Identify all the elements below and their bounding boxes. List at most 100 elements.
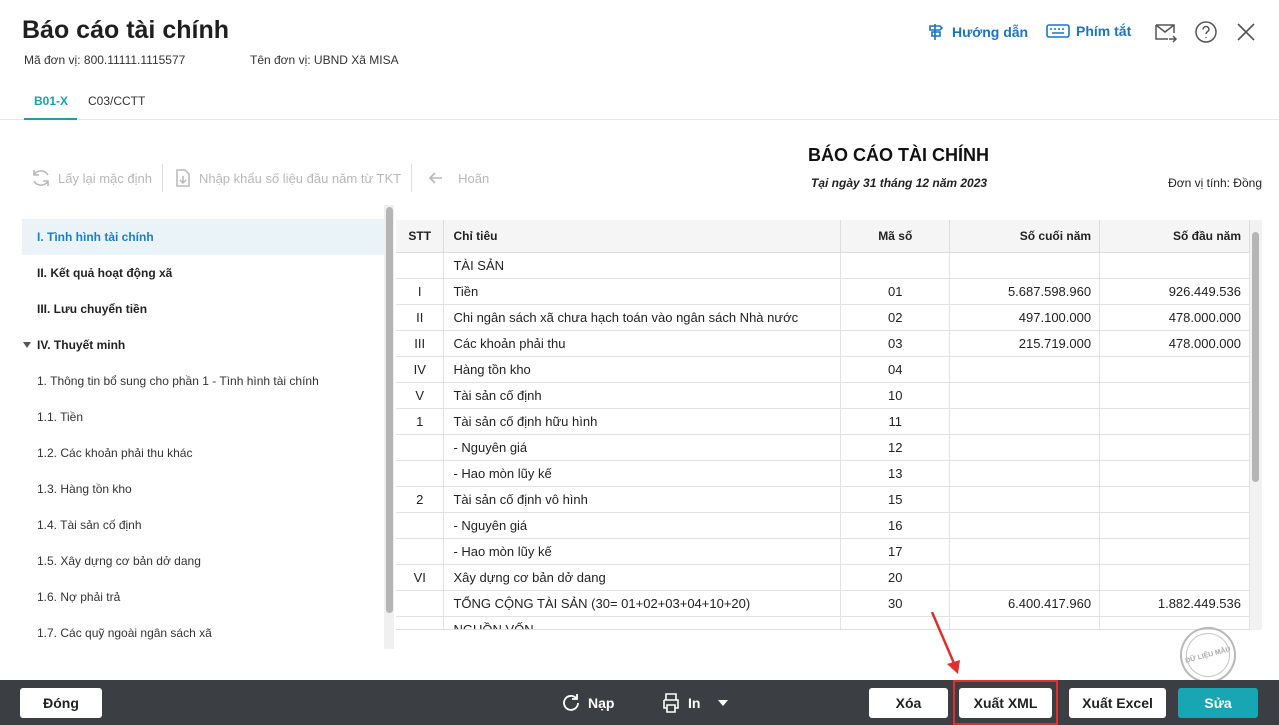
table-row[interactable]: IV Hàng tồn kho 04 [396, 356, 1250, 383]
cell-stt: V [396, 382, 445, 409]
red-arrow-annotation [930, 612, 960, 674]
sidebar-item-fixed-assets[interactable]: 1.4. Tài sản cố định [22, 507, 384, 543]
cell-end-year [949, 486, 1101, 513]
cell-end-year [949, 356, 1101, 383]
sidebar-item-receivables[interactable]: 1.2. Các khoản phải thu khác [22, 435, 384, 471]
chevron-down-icon[interactable] [23, 342, 31, 348]
shortcut-link[interactable]: Phím tắt [1046, 22, 1131, 40]
edit-button[interactable]: Sửa [1178, 688, 1258, 718]
sidebar-item-cash-flow[interactable]: III. Lưu chuyển tiền [22, 291, 384, 327]
caret-down-icon[interactable] [718, 699, 729, 707]
table-row[interactable]: VI Xây dựng cơ bản dở dang 20 [396, 564, 1250, 591]
import-opening-button[interactable]: Nhập khẩu số liệu đầu năm từ TKT [173, 168, 401, 188]
table-row[interactable]: III Các khoản phải thu 03 215.719.000 478.00… [396, 330, 1250, 357]
sidebar-scroll-thumb[interactable] [386, 207, 393, 613]
table-row[interactable]: II Chi ngân sách xã chưa hạch toán vào ng… [396, 304, 1250, 331]
cell-end-year: 215.719.000 [949, 330, 1101, 357]
sidebar-item-financial-position[interactable]: I. Tình hình tài chính [22, 219, 384, 255]
cell-begin-year [1099, 434, 1250, 461]
header: Báo cáo tài chính Mã đơn vị: 800.11111.1… [0, 0, 1279, 80]
cell-code: 16 [840, 512, 951, 539]
sidebar-item-funds[interactable]: 1.7. Các quỹ ngoài ngân sách xã [22, 615, 384, 649]
table-row[interactable]: V Tài sản cố định 10 [396, 382, 1250, 409]
sidebar-item-inventory[interactable]: 1.3. Hàng tồn kho [22, 471, 384, 507]
undo-button[interactable]: Hoãn [426, 168, 489, 188]
column-header-code: Mã số [840, 220, 951, 253]
close-button[interactable]: Đóng [20, 688, 102, 718]
sidebar-item-cash[interactable]: 1.1. Tiền [22, 399, 384, 435]
column-header-end-year: Số cuối năm [949, 220, 1101, 253]
cell-code: 15 [840, 486, 951, 513]
print-button[interactable]: In [660, 692, 729, 714]
export-excel-button[interactable]: Xuất Excel [1069, 688, 1166, 718]
cell-end-year [949, 434, 1101, 461]
table-row[interactable]: 2 Tài sản cố định vô hình 15 [396, 486, 1250, 513]
cell-code [840, 252, 951, 279]
cell-end-year: 5.687.598.960 [949, 278, 1101, 305]
cell-end-year [949, 382, 1101, 409]
active-tab-indicator [24, 118, 77, 120]
reset-default-button[interactable]: Lấy lại mặc định [30, 167, 152, 189]
cell-item: - Nguyên giá [443, 434, 842, 461]
cell-end-year [949, 538, 1101, 565]
guide-icon [929, 24, 944, 40]
cell-end-year: 497.100.000 [949, 304, 1101, 331]
delete-button[interactable]: Xóa [869, 688, 948, 718]
guide-link[interactable]: Hướng dẫn [926, 22, 1028, 42]
cell-item: Tài sản cố định [443, 382, 842, 409]
cell-code: 20 [840, 564, 951, 591]
table-scrollbar[interactable] [1250, 220, 1262, 630]
tab-c03-cctt[interactable]: C03/CCTT [88, 94, 145, 108]
cell-begin-year: 926.449.536 [1099, 278, 1250, 305]
cell-item: Chi ngân sách xã chưa hạch toán vào ngân… [443, 304, 842, 331]
cell-item: - Nguyên giá [443, 512, 842, 539]
table-row[interactable]: - Hao mòn lũy kế 13 [396, 460, 1250, 487]
sidebar-scrollbar[interactable] [384, 205, 394, 649]
undo-label: Hoãn [458, 170, 490, 186]
cell-stt: I [396, 278, 445, 305]
sidebar-item-construction[interactable]: 1.5. Xây dựng cơ bản dở dang [22, 543, 384, 579]
table-scroll-thumb[interactable] [1252, 232, 1259, 482]
print-label: In [688, 695, 701, 711]
table-row[interactable]: - Hao mòn lũy kế 17 [396, 538, 1250, 565]
cell-stt: III [396, 330, 445, 357]
cell-code: 13 [840, 460, 951, 487]
cell-item: TÀI SẢN [443, 252, 842, 279]
sidebar-item-notes[interactable]: IV. Thuyết minh [22, 327, 384, 363]
footer-bar: Đóng Nạp In Xóa Xuất XML Xuất Excel Sửa [0, 680, 1279, 725]
cell-code: 11 [840, 408, 951, 435]
cell-code: 12 [840, 434, 951, 461]
sidebar-item-operating-results[interactable]: II. Kết quả hoạt động xã [22, 255, 384, 291]
load-button[interactable]: Nạp [560, 692, 614, 714]
cell-code: 01 [840, 278, 951, 305]
table-row[interactable]: - Nguyên giá 12 [396, 434, 1250, 461]
cell-end-year [949, 564, 1101, 591]
help-icon[interactable] [1194, 20, 1218, 44]
cell-stt [396, 460, 445, 487]
table-row[interactable]: 1 Tài sản cố định hữu hình 11 [396, 408, 1250, 435]
close-icon[interactable] [1234, 20, 1258, 44]
cell-begin-year [1099, 538, 1250, 565]
table-row[interactable]: TÀI SẢN [396, 252, 1250, 279]
tab-b01x[interactable]: B01-X [34, 94, 68, 108]
table-row[interactable]: NGUỒN VỐN [396, 616, 1250, 629]
cell-item: - Hao mòn lũy kế [443, 460, 842, 487]
table-row[interactable]: - Nguyên giá 16 [396, 512, 1250, 539]
sidebar-item-notes-label: IV. Thuyết minh [37, 338, 126, 352]
sidebar-item-supplementary-info[interactable]: 1. Thông tin bổ sung cho phần 1 - Tình h… [22, 363, 384, 399]
report-title: BÁO CÁO TÀI CHÍNH [808, 145, 989, 165]
cell-end-year [949, 616, 1101, 629]
sidebar-item-payables[interactable]: 1.6. Nợ phải trả [22, 579, 384, 615]
column-header-stt: STT [396, 220, 445, 253]
table-row[interactable]: I Tiền 01 5.687.598.960 926.449.536 [396, 278, 1250, 305]
unit-code: Mã đơn vị: 800.11111.1115577 [24, 53, 186, 67]
tab-bar: B01-X C03/CCTT [0, 84, 1279, 120]
mail-forward-icon[interactable] [1154, 20, 1178, 44]
report-table: STT Chỉ tiêu Mã số Số cuối năm Số đầu nă… [396, 220, 1250, 629]
cell-begin-year: 478.000.000 [1099, 330, 1250, 357]
cell-stt: II [396, 304, 445, 331]
table-row[interactable]: TỔNG CỘNG TÀI SẢN (30= 01+02+03+04+10+20… [396, 590, 1250, 617]
cell-item: NGUỒN VỐN [443, 616, 842, 629]
cell-begin-year [1099, 486, 1250, 513]
cell-begin-year [1099, 356, 1250, 383]
